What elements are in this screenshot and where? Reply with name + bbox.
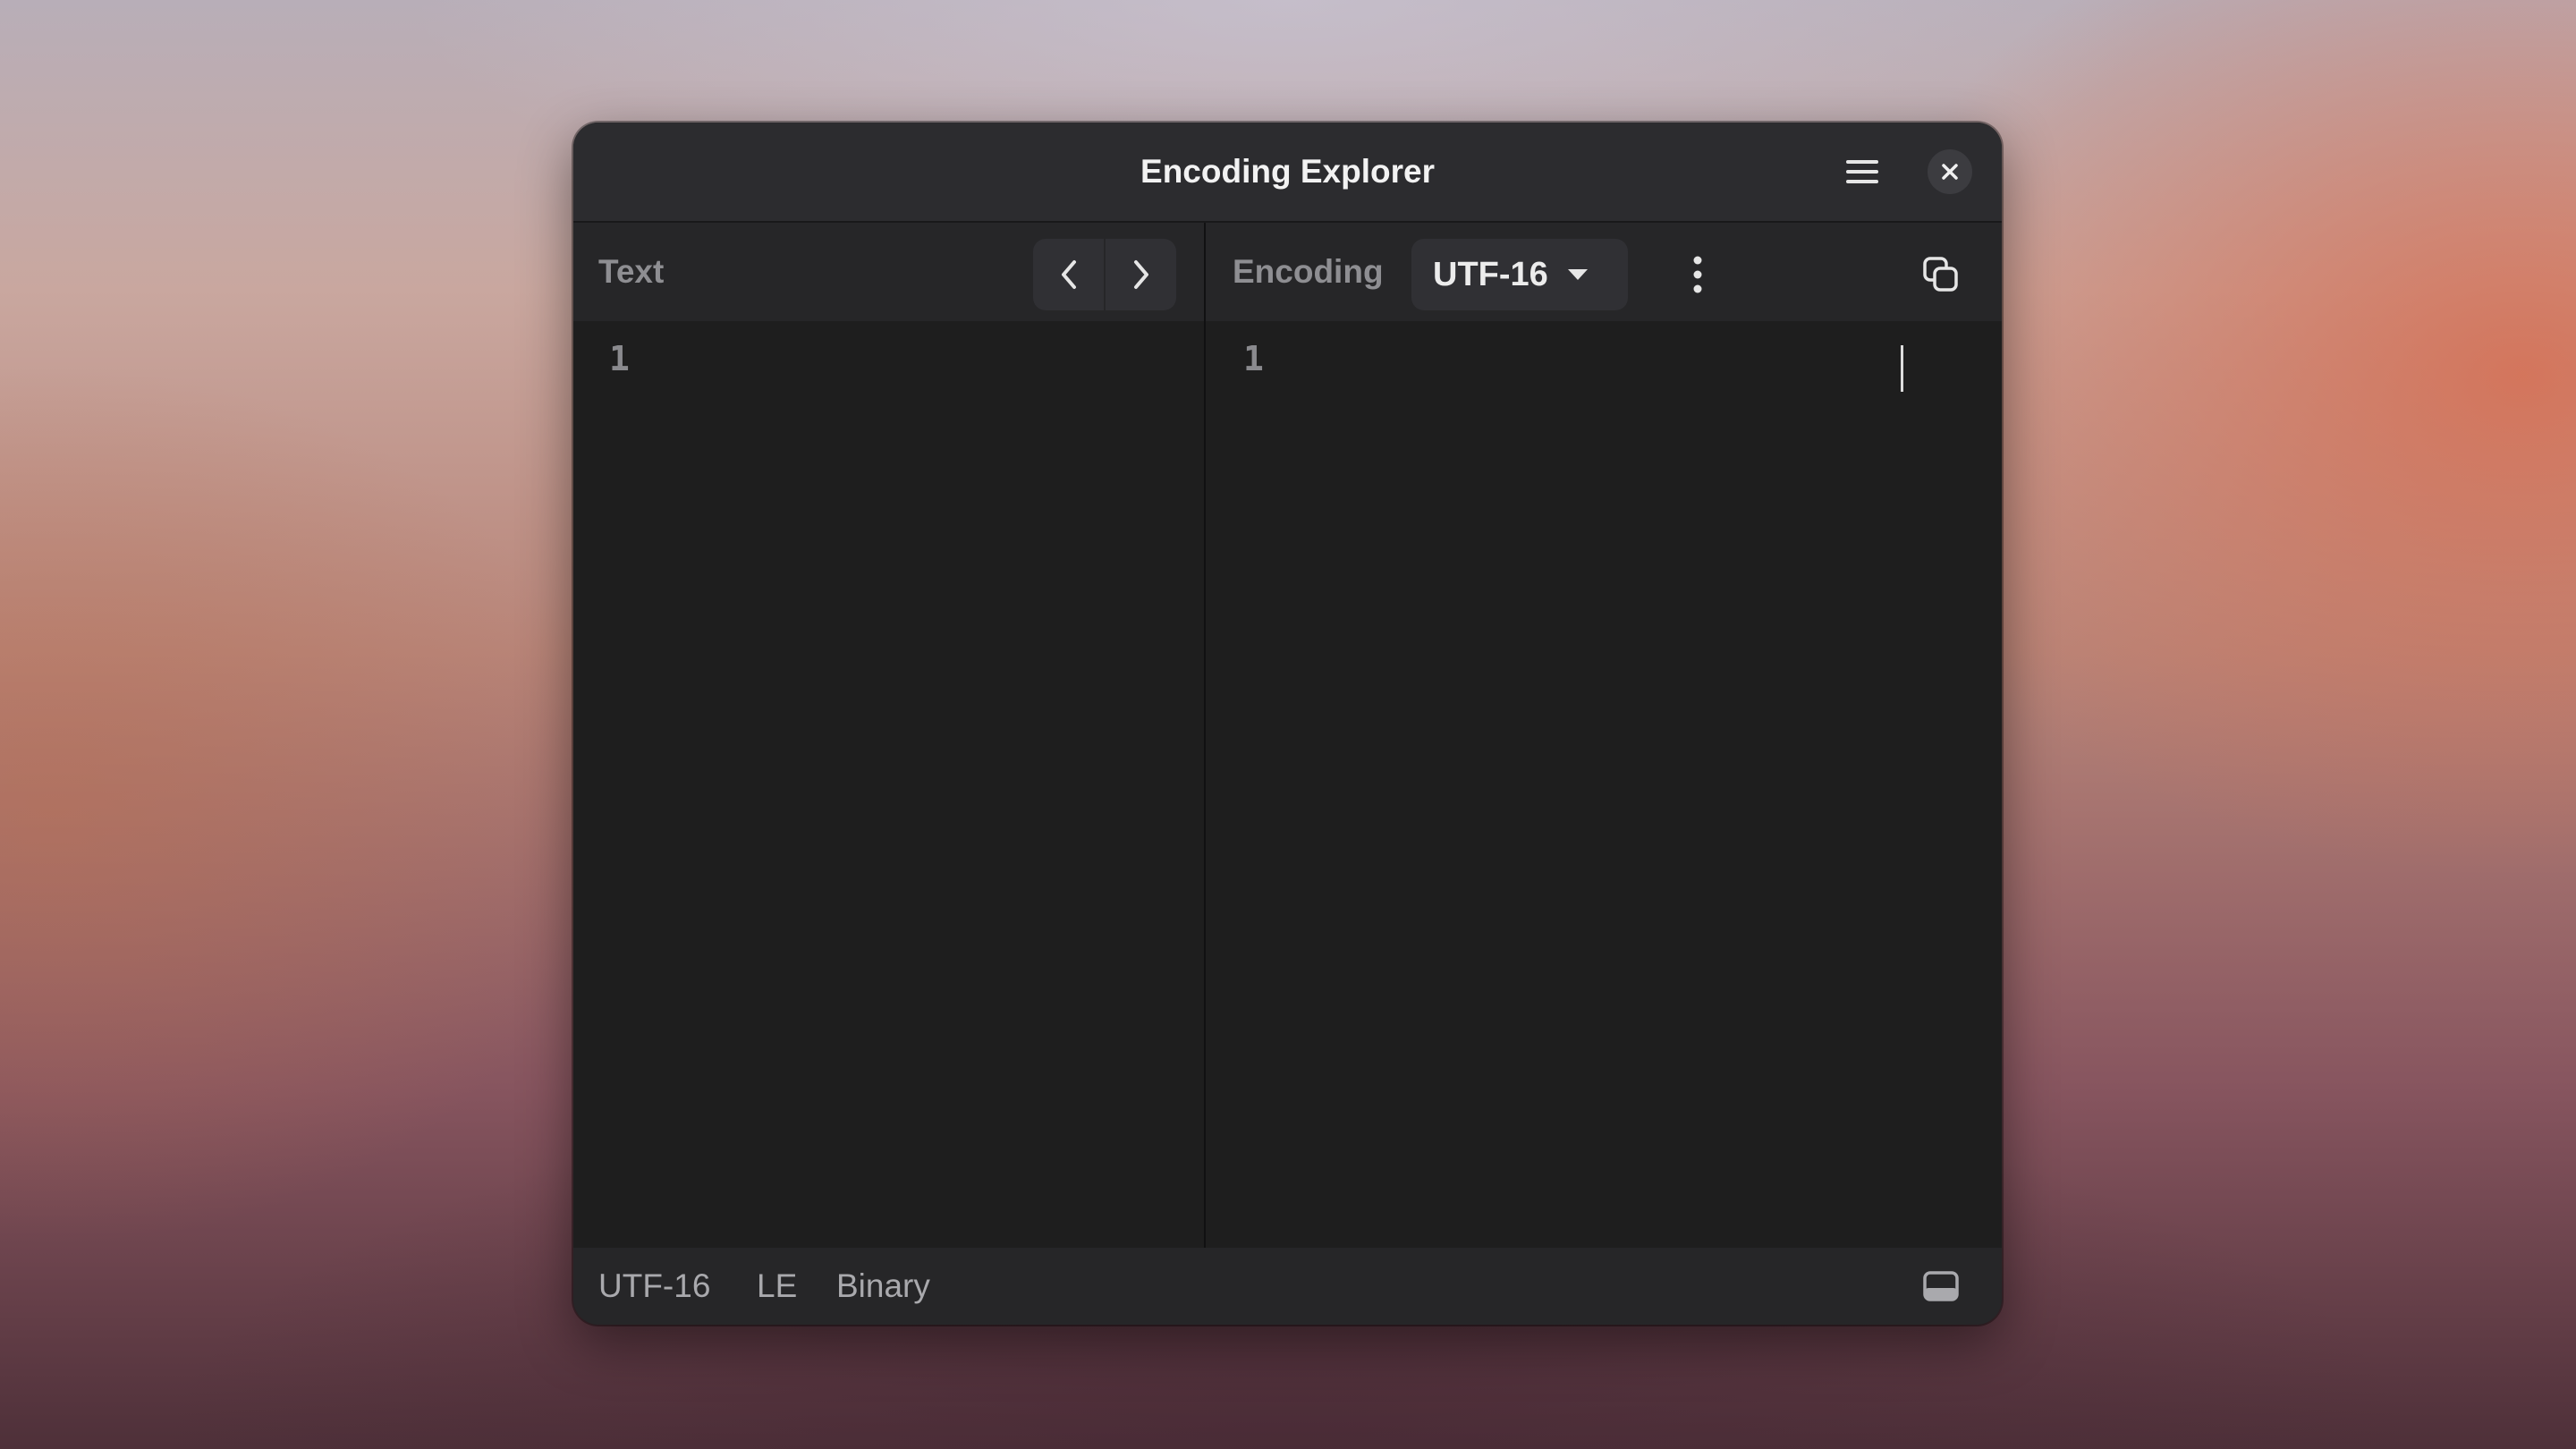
bottom-panel-icon (1923, 1271, 1959, 1301)
close-icon (1942, 164, 1958, 180)
vertical-ellipsis-icon (1693, 256, 1702, 293)
caret-down-icon (1566, 267, 1589, 282)
text-editor[interactable]: 1 (573, 321, 1204, 1248)
copy-button[interactable] (1914, 248, 1968, 301)
text-pane-label: Text (598, 253, 665, 290)
hamburger-menu-icon (1846, 160, 1878, 183)
encoding-pane-label: Encoding (1233, 253, 1384, 290)
encoding-line-number: 1 (1243, 339, 1264, 378)
status-encoding[interactable]: UTF-16 (598, 1248, 710, 1325)
text-cursor (1901, 345, 1903, 392)
main-menu-button[interactable] (1840, 149, 1885, 194)
text-pane-header: Text (573, 223, 1204, 321)
next-button[interactable] (1106, 239, 1176, 310)
status-bar: UTF-16 LE Binary (573, 1248, 2002, 1325)
toggle-panel-button[interactable] (1919, 1266, 1963, 1307)
text-pane: Text 1 (573, 223, 1204, 1248)
title-bar[interactable]: Encoding Explorer (573, 123, 2002, 223)
text-line-number: 1 (609, 339, 630, 378)
chevron-left-icon (1061, 260, 1076, 289)
encoding-select-value: UTF-16 (1433, 255, 1548, 293)
status-format[interactable]: Binary (836, 1248, 930, 1325)
previous-button[interactable] (1033, 239, 1104, 310)
more-options-button[interactable] (1671, 248, 1724, 301)
chevron-right-icon (1133, 260, 1148, 289)
window-title: Encoding Explorer (1140, 153, 1435, 190)
encoding-pane: Encoding UTF-16 1 (1206, 223, 2002, 1248)
status-endianness[interactable]: LE (757, 1248, 797, 1325)
encoding-pane-header: Encoding UTF-16 (1206, 223, 2002, 321)
close-button[interactable] (1928, 149, 1972, 194)
copy-icon (1923, 257, 1958, 292)
encoding-select[interactable]: UTF-16 (1411, 239, 1628, 310)
encoding-editor[interactable]: 1 (1206, 321, 2002, 1248)
app-window: Encoding Explorer Text 1 Encoding UTF-16… (573, 123, 2002, 1325)
history-navigation (1033, 239, 1176, 310)
